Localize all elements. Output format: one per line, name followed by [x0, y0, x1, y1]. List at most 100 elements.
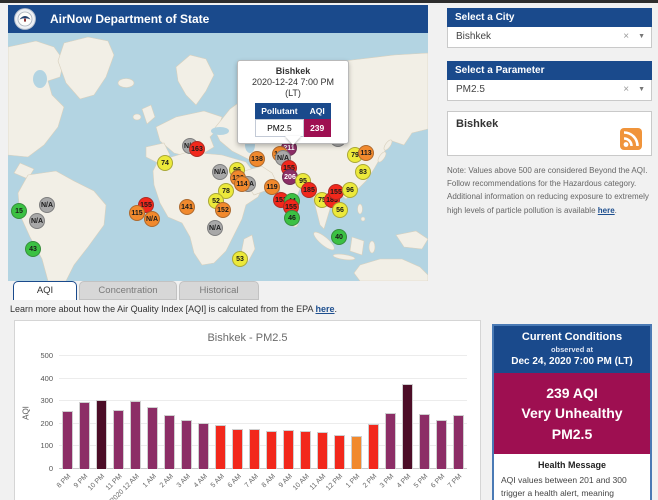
- app-header: AirNow Department of State: [8, 5, 428, 33]
- aqi-bar[interactable]: [96, 400, 107, 469]
- aqi-map-marker[interactable]: 74: [157, 155, 173, 171]
- chart-plot: AQI 0100200300400500: [59, 356, 467, 469]
- chart-ylabel: AQI: [21, 406, 30, 420]
- aqi-bar[interactable]: [62, 411, 73, 469]
- parameter-select[interactable]: PM2.5 ×▼: [447, 80, 652, 101]
- health-message-block: Health Message AQI values between 201 an…: [494, 454, 650, 500]
- aqi-map-marker[interactable]: 83: [355, 164, 371, 180]
- select-parameter-header: Select a Parameter: [447, 61, 652, 80]
- aqi-map-marker[interactable]: N/A: [207, 220, 223, 236]
- aqi-map-marker[interactable]: 40: [331, 229, 347, 245]
- chart-xtick-label: 7 AM: [243, 473, 259, 489]
- chart-xtick-label: 1 AM: [141, 473, 157, 489]
- chart-gridline: [59, 378, 467, 379]
- aqi-bar[interactable]: [266, 431, 277, 469]
- chart-xlabels: 8 PM9 PM10 PM11 PM12/24/2020 12 AM1 AM2 …: [59, 470, 467, 500]
- aqi-map-marker[interactable]: 46: [284, 210, 300, 226]
- aqi-bar[interactable]: [130, 401, 141, 469]
- chart-gridline: [59, 355, 467, 356]
- aqi-bar[interactable]: [147, 407, 158, 469]
- aqi-bar[interactable]: [317, 432, 328, 469]
- current-conditions-panel: Current Conditions observed at Dec 24, 2…: [492, 324, 652, 500]
- aqi-bar[interactable]: [283, 430, 294, 469]
- note-here-link[interactable]: here: [598, 206, 615, 215]
- aqi-bar[interactable]: [198, 423, 209, 469]
- current-aqi-block: 239 AQI Very Unhealthy PM2.5: [494, 373, 650, 454]
- popup-pollutant-value: PM2.5: [255, 120, 303, 137]
- aqi-map-marker[interactable]: 115: [129, 205, 145, 221]
- clear-parameter-icon[interactable]: ×: [623, 80, 629, 100]
- chart-xtick-label: 6 AM: [226, 473, 242, 489]
- chart-ytick: 500: [27, 351, 53, 360]
- aqi-bar[interactable]: [453, 415, 464, 469]
- aqi-bar[interactable]: [334, 435, 345, 469]
- aqi-bar[interactable]: [181, 420, 192, 469]
- aqi-map-marker[interactable]: 152: [215, 202, 231, 218]
- epa-learn-more-link[interactable]: here: [316, 304, 335, 314]
- city-caret-icon[interactable]: ▼: [638, 27, 645, 47]
- chart-xtick-label: 1 PM: [345, 473, 362, 490]
- aqi-bar[interactable]: [113, 410, 124, 469]
- tab-historical[interactable]: Historical: [179, 281, 259, 300]
- aqi-bar[interactable]: [385, 413, 396, 470]
- aqi-bar[interactable]: [436, 420, 447, 469]
- aqi-map-marker[interactable]: 56: [332, 202, 348, 218]
- chart-xtick-label: 2 AM: [158, 473, 174, 489]
- note-period: .: [615, 206, 617, 215]
- tab-concentration[interactable]: Concentration: [79, 281, 177, 300]
- current-conditions-title: Current Conditions: [496, 331, 648, 343]
- aqi-bar[interactable]: [351, 436, 362, 469]
- aqi-bar[interactable]: [249, 429, 260, 469]
- aqi-bar[interactable]: [402, 384, 413, 469]
- aqi-map-marker[interactable]: N/A: [212, 164, 228, 180]
- current-aqi-value: 239 AQI: [498, 383, 646, 403]
- chart-xtick-label: 11 AM: [309, 473, 328, 492]
- observed-at-label: observed at: [496, 345, 648, 354]
- aqi-chart-panel: Bishkek - PM2.5 AQI 0100200300400500 8 P…: [14, 320, 481, 500]
- chart-xtick-label: 4 AM: [192, 473, 208, 489]
- select-city-header: Select a City: [447, 8, 652, 27]
- parameter-caret-icon[interactable]: ▼: [638, 80, 645, 100]
- aqi-map-marker[interactable]: 43: [25, 241, 41, 257]
- aqi-map-marker[interactable]: 15: [11, 203, 27, 219]
- aqi-map-marker[interactable]: 141: [179, 199, 195, 215]
- aqi-map-marker[interactable]: 53: [232, 251, 248, 267]
- current-aqi-category: Very Unhealthy: [498, 403, 646, 423]
- chart-xtick-label: 8 AM: [260, 473, 276, 489]
- city-select[interactable]: Bishkek × ▼: [447, 27, 652, 48]
- aqi-note: Note: Values above 500 are considered Be…: [447, 164, 652, 217]
- city-feed-box: Bishkek: [447, 111, 652, 156]
- rss-icon[interactable]: [620, 128, 642, 150]
- aqi-map-marker[interactable]: N/A: [144, 211, 160, 227]
- city-select-value: Bishkek: [456, 31, 491, 42]
- aqi-map-marker[interactable]: N/A: [39, 197, 55, 213]
- aqi-bar[interactable]: [79, 402, 90, 469]
- aqi-map-marker[interactable]: 163: [189, 141, 205, 157]
- aqi-map-marker[interactable]: N/A: [29, 213, 45, 229]
- aqi-bar[interactable]: [300, 431, 311, 469]
- aqi-map-marker[interactable]: 113: [358, 145, 374, 161]
- dos-seal-logo: [14, 8, 36, 30]
- top-border: [0, 0, 658, 3]
- chart-ytick: 300: [27, 396, 53, 405]
- learn-more-text: Learn more about how the Air Quality Ind…: [10, 304, 337, 314]
- popup-table: Pollutant AQI PM2.5 239: [255, 103, 332, 137]
- map-popup: Bishkek 2020-12-24 7:00 PM (LT) Pollutan…: [237, 60, 349, 144]
- chart-xtick-label: 10 PM: [87, 473, 106, 492]
- aqi-map-marker[interactable]: 138: [249, 151, 265, 167]
- aqi-bar[interactable]: [232, 429, 243, 469]
- aqi-bar[interactable]: [215, 425, 226, 469]
- tab-aqi[interactable]: AQI: [13, 281, 77, 300]
- chart-xtick-label: 3 AM: [175, 473, 191, 489]
- aqi-map-marker[interactable]: 96: [342, 182, 358, 198]
- aqi-bar[interactable]: [164, 415, 175, 469]
- aqi-map-marker[interactable]: 114: [234, 176, 250, 192]
- chart-xtick-label: 8 PM: [56, 473, 73, 490]
- chart-xtick-label: 10 AM: [291, 473, 310, 492]
- aqi-bar[interactable]: [419, 414, 430, 469]
- world-aqi-map[interactable]: 15N/AN/A43155115N/A74N/A163138N/A96129N/…: [8, 33, 428, 281]
- aqi-bar[interactable]: [368, 424, 379, 469]
- clear-city-icon[interactable]: ×: [623, 27, 629, 47]
- health-message-title: Health Message: [501, 460, 643, 470]
- app-title: AirNow Department of State: [50, 12, 209, 26]
